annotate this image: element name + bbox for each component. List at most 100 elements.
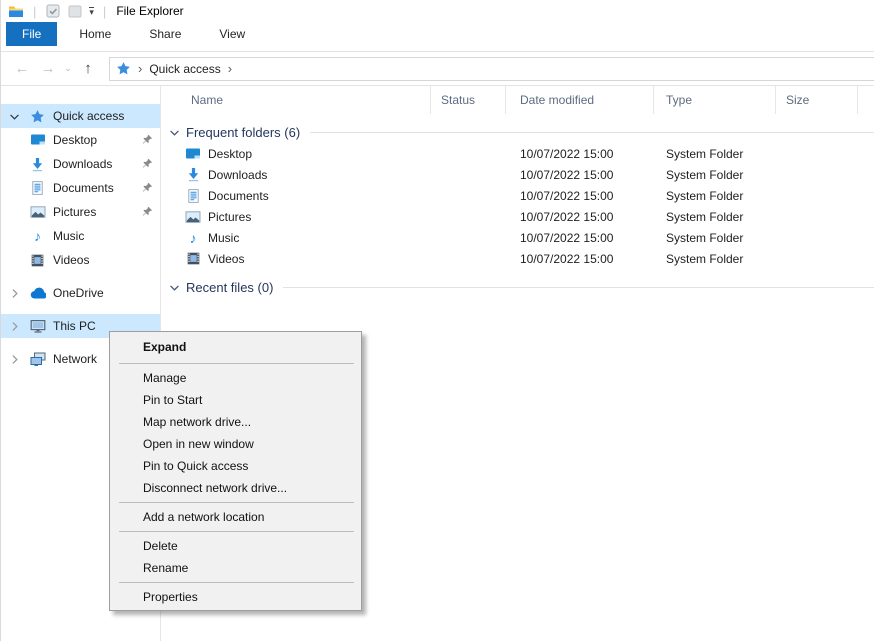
breadcrumb-chevron-icon[interactable]: › [228, 62, 232, 75]
menu-separator [119, 582, 354, 583]
breadcrumb-chevron-icon[interactable]: › [138, 62, 142, 75]
file-name: Music [208, 231, 239, 245]
titlebar-divider: | [33, 4, 36, 19]
group-heading-recent-files[interactable]: Recent files (0) [161, 276, 874, 298]
menu-item-manage[interactable]: Manage [110, 367, 361, 389]
menu-item-open-in-new-window[interactable]: Open in new window [110, 433, 361, 455]
sidebar-item-label: Music [53, 229, 84, 243]
quick-access-star-icon [116, 61, 131, 76]
ribbon-tab-strip: File Home Share View [1, 22, 874, 46]
file-size [776, 185, 858, 206]
onedrive-cloud-icon [29, 285, 46, 301]
file-date-modified: 10/07/2022 15:00 [506, 143, 654, 164]
column-header-size[interactable]: Size [776, 86, 858, 114]
chevron-down-icon[interactable] [169, 282, 180, 293]
file-type: System Folder [654, 227, 776, 248]
sidebar-item-label: OneDrive [53, 286, 104, 300]
documents-icon [29, 180, 46, 196]
column-header-status[interactable]: Status [431, 86, 506, 114]
sidebar-item-documents[interactable]: Documents [1, 176, 160, 200]
qat-properties-button[interactable] [44, 3, 62, 19]
sidebar-item-quick-access[interactable]: Quick access [1, 104, 160, 128]
menu-item-pin-to-start[interactable]: Pin to Start [110, 389, 361, 411]
sidebar-item-downloads[interactable]: Downloads [1, 152, 160, 176]
file-name: Pictures [208, 210, 251, 224]
chevron-down-icon[interactable] [9, 111, 29, 122]
downloads-icon [185, 167, 201, 183]
file-name: Videos [208, 252, 244, 266]
pictures-icon [29, 204, 46, 220]
pin-icon [142, 206, 153, 220]
file-status [431, 143, 506, 164]
file-date-modified: 10/07/2022 15:00 [506, 164, 654, 185]
menu-item-disconnect-network-drive[interactable]: Disconnect network drive... [110, 477, 361, 499]
tab-home[interactable]: Home [63, 22, 127, 46]
tab-view[interactable]: View [203, 22, 261, 46]
sidebar-item-label: Desktop [53, 133, 97, 147]
file-row-downloads[interactable]: Downloads 10/07/2022 15:00 System Folder [161, 164, 874, 185]
app-folder-icon [7, 3, 25, 19]
documents-icon [185, 188, 201, 204]
sidebar-item-label: Documents [53, 181, 114, 195]
column-header-name[interactable]: Name [161, 86, 431, 114]
menu-separator [119, 531, 354, 532]
file-status [431, 164, 506, 185]
column-headers: Name Status Date modified Type Size [161, 86, 874, 114]
sidebar-item-videos[interactable]: Videos [1, 248, 160, 272]
file-name: Downloads [208, 168, 267, 182]
sidebar-item-label: Quick access [53, 109, 124, 123]
file-date-modified: 10/07/2022 15:00 [506, 185, 654, 206]
recent-locations-chevron-icon[interactable]: ⌄ [61, 63, 75, 74]
menu-item-delete[interactable]: Delete [110, 535, 361, 557]
group-divider-line [310, 132, 874, 133]
file-date-modified: 10/07/2022 15:00 [506, 206, 654, 227]
menu-item-map-network-drive[interactable]: Map network drive... [110, 411, 361, 433]
menu-item-add-network-location[interactable]: Add a network location [110, 506, 361, 528]
sidebar-item-label: Videos [53, 253, 89, 267]
sidebar-item-music[interactable]: ♪ Music [1, 224, 160, 248]
menu-separator [119, 502, 354, 503]
sidebar-item-pictures[interactable]: Pictures [1, 200, 160, 224]
this-pc-icon [29, 318, 46, 334]
address-bar[interactable]: › Quick access › [109, 57, 874, 81]
group-divider-line [283, 287, 874, 288]
column-header-date-modified[interactable]: Date modified [506, 86, 654, 114]
menu-item-properties[interactable]: Properties [110, 586, 361, 608]
chevron-right-icon[interactable] [9, 321, 29, 332]
music-icon: ♪ [29, 228, 46, 244]
file-row-desktop[interactable]: Desktop 10/07/2022 15:00 System Folder [161, 143, 874, 164]
tab-share[interactable]: Share [133, 22, 197, 46]
menu-item-expand[interactable]: Expand [110, 334, 361, 360]
forward-arrow-icon[interactable]: → [35, 60, 61, 77]
pin-icon [142, 182, 153, 196]
pictures-icon [185, 209, 201, 225]
sidebar-item-desktop[interactable]: Desktop [1, 128, 160, 152]
chevron-right-icon[interactable] [9, 354, 29, 365]
breadcrumb-location[interactable]: Quick access [149, 62, 220, 76]
file-size [776, 143, 858, 164]
qat-customize-dropdown[interactable]: ▾ [89, 7, 94, 16]
qat-new-folder-button[interactable] [66, 3, 84, 19]
file-row-documents[interactable]: Documents 10/07/2022 15:00 System Folder [161, 185, 874, 206]
menu-item-rename[interactable]: Rename [110, 557, 361, 579]
file-status [431, 206, 506, 227]
chevron-right-icon[interactable] [9, 288, 29, 299]
file-status [431, 227, 506, 248]
group-heading-frequent-folders[interactable]: Frequent folders (6) [161, 121, 874, 143]
chevron-down-icon[interactable] [169, 127, 180, 138]
column-header-type[interactable]: Type [654, 86, 776, 114]
file-row-pictures[interactable]: Pictures 10/07/2022 15:00 System Folder [161, 206, 874, 227]
tab-file[interactable]: File [6, 22, 57, 46]
back-arrow-icon[interactable]: ← [9, 60, 35, 77]
desktop-icon [29, 132, 46, 148]
navigation-bar: ← → ⌄ ↑ › Quick access › [1, 52, 874, 86]
file-type: System Folder [654, 164, 776, 185]
sidebar-item-onedrive[interactable]: OneDrive [1, 281, 160, 305]
file-row-videos[interactable]: Videos 10/07/2022 15:00 System Folder [161, 248, 874, 269]
file-date-modified: 10/07/2022 15:00 [506, 248, 654, 269]
title-bar: | ▾ | File Explorer [1, 0, 874, 22]
menu-item-pin-to-quick-access[interactable]: Pin to Quick access [110, 455, 361, 477]
context-menu: Expand Manage Pin to Start Map network d… [109, 331, 362, 611]
up-arrow-icon[interactable]: ↑ [75, 60, 101, 77]
file-row-music[interactable]: ♪Music 10/07/2022 15:00 System Folder [161, 227, 874, 248]
